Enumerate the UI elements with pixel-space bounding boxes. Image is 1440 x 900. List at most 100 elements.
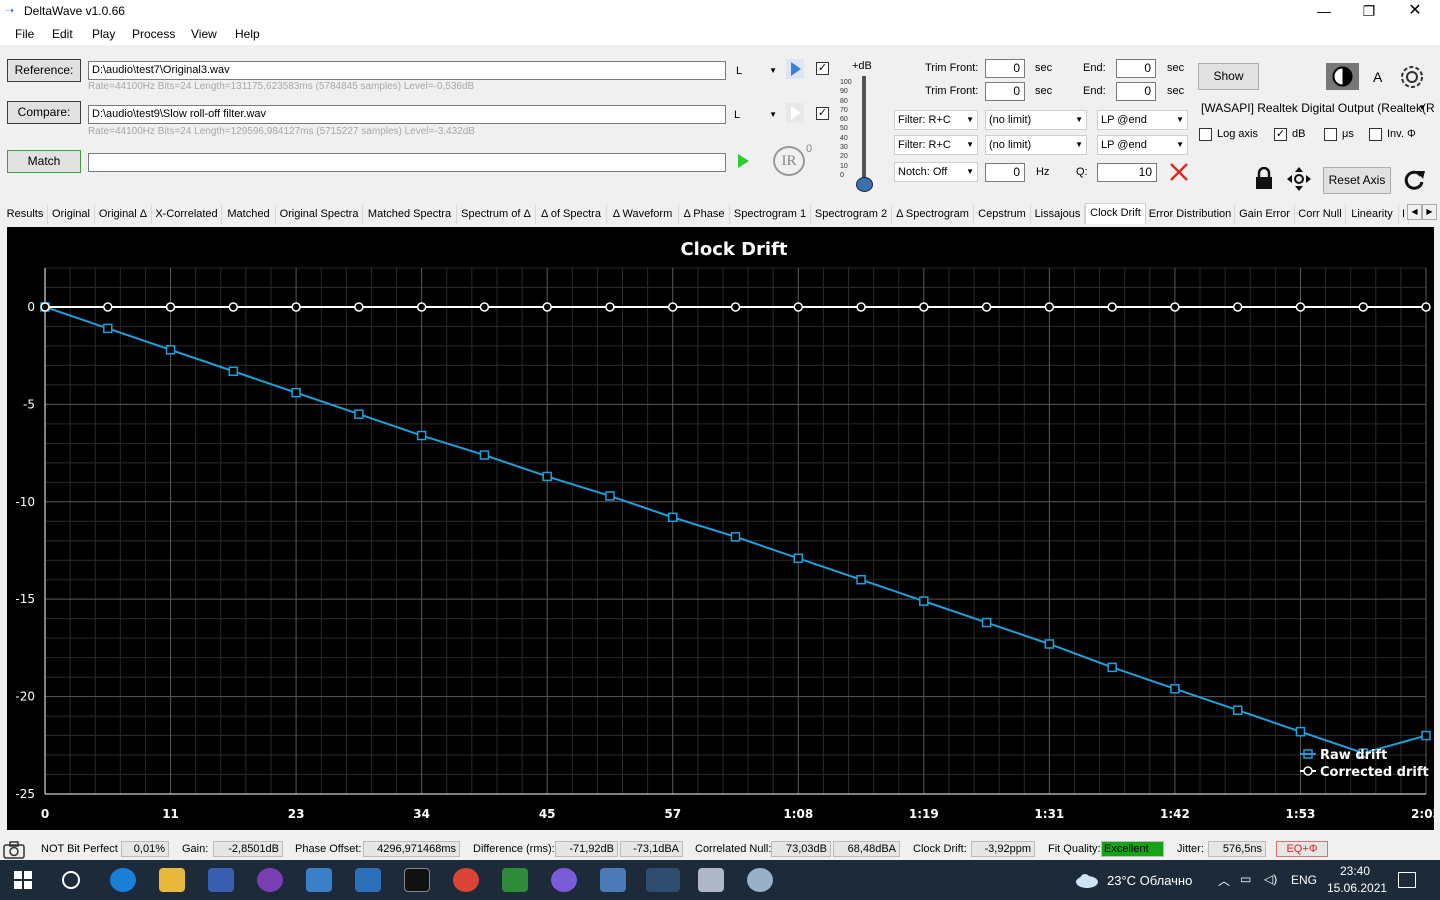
file-explorer-icon[interactable] xyxy=(159,868,185,892)
deltawave-taskbar-icon[interactable] xyxy=(646,868,680,892)
notch-q-input[interactable]: 10 xyxy=(1097,163,1157,182)
match-button[interactable]: Match xyxy=(7,150,81,173)
play-match-icon[interactable] xyxy=(733,151,753,171)
chrome-icon[interactable] xyxy=(453,868,479,892)
clear-filters-icon[interactable] xyxy=(1168,161,1190,183)
theme-toggle-icon[interactable] xyxy=(1326,63,1359,90)
tray-chevron-icon[interactable]: ︿ xyxy=(1218,872,1230,889)
clock-time[interactable]: 23:40 xyxy=(1340,864,1370,878)
level-slider-thumb[interactable] xyxy=(856,177,873,192)
save-app-icon[interactable] xyxy=(208,868,234,892)
minimize-button[interactable]: — xyxy=(1301,0,1347,23)
clock-date[interactable]: 15.06.2021 xyxy=(1327,881,1387,895)
db-checkbox[interactable]: ✓ xyxy=(1274,128,1287,141)
ir-button[interactable]: IR xyxy=(773,146,805,176)
us-checkbox[interactable] xyxy=(1324,128,1337,141)
filter-type-select-2[interactable]: Filter: R+C ▼ xyxy=(894,135,978,155)
network-app-icon[interactable] xyxy=(600,868,626,892)
compare-path-input[interactable]: D:\audio\test9\Slow roll-off filter.wav xyxy=(88,105,726,124)
tor-browser-icon[interactable] xyxy=(257,868,283,892)
tab-matched-spectra[interactable]: Matched Spectra xyxy=(363,205,457,224)
notch-select[interactable]: Notch: Off ▼ xyxy=(894,162,978,182)
compare-channel-select[interactable]: L ▼ xyxy=(730,105,781,124)
reference-channel-select[interactable]: L ▼ xyxy=(732,61,781,80)
filter-limit-select[interactable]: (no limit) ▼ xyxy=(985,110,1087,130)
tab-delta-of-spectra[interactable]: Δ of Spectra xyxy=(536,205,607,224)
edge-browser-icon[interactable] xyxy=(110,868,136,892)
settings-gear-icon[interactable] xyxy=(1398,63,1426,91)
close-button[interactable]: ✕ xyxy=(1392,0,1438,23)
photos-app-icon[interactable] xyxy=(698,868,724,892)
weather-cloud-icon[interactable] xyxy=(1075,872,1099,888)
trim-front-input[interactable]: 0 xyxy=(985,59,1025,78)
tab-results[interactable]: Results xyxy=(3,205,48,224)
reference-button[interactable]: Reference: xyxy=(7,59,81,82)
reset-axis-button[interactable]: Reset Axis xyxy=(1323,167,1391,194)
tab-gain-error[interactable]: Gain Error xyxy=(1235,205,1295,224)
mail-app-icon[interactable] xyxy=(306,868,332,892)
log-axis-checkbox[interactable] xyxy=(1199,128,1212,141)
search-icon[interactable] xyxy=(62,871,80,889)
pan-move-icon[interactable] xyxy=(1286,166,1312,192)
tab-original-spectra[interactable]: Original Spectra xyxy=(276,205,363,224)
filter-lp-select[interactable]: LP @end ▼ xyxy=(1097,110,1188,130)
volume-icon[interactable]: ◁) xyxy=(1264,872,1277,886)
tab-lissajous[interactable]: Lissajous xyxy=(1031,205,1085,224)
filter-limit-select-2[interactable]: (no limit) ▼ xyxy=(985,135,1087,155)
tab-delta-phase[interactable]: Δ Phase xyxy=(679,205,730,224)
trim-front-input-2[interactable]: 0 xyxy=(985,82,1025,101)
reference-path-input[interactable]: D:\audio\test7\Original3.wav xyxy=(88,61,726,80)
filter-type-select[interactable]: Filter: R+C ▼ xyxy=(894,110,978,130)
tab-delta-spectrogram[interactable]: Δ Spectrogram xyxy=(892,205,974,224)
menu-help[interactable]: Help xyxy=(235,27,260,41)
tab-spectrogram-1[interactable]: Spectrogram 1 xyxy=(730,205,811,224)
eq-phase-badge[interactable]: EQ+Φ xyxy=(1276,841,1328,857)
tab-x-correlated[interactable]: X-Correlated xyxy=(152,205,222,224)
windows-start-icon[interactable] xyxy=(14,871,32,889)
tab-matched[interactable]: Matched xyxy=(222,205,276,224)
ap2-app-icon[interactable] xyxy=(355,868,381,892)
tab-error-distribution[interactable]: Error Distribution xyxy=(1146,205,1235,224)
tab-clock-drift[interactable]: Clock Drift xyxy=(1085,203,1146,224)
trim-end-input[interactable]: 0 xyxy=(1116,59,1156,78)
tab-spectrum-of-delta[interactable]: Spectrum of Δ xyxy=(457,205,536,224)
compare-enable-checkbox[interactable]: ✓ xyxy=(816,107,829,120)
tab-scroll-right-icon[interactable]: ▶ xyxy=(1422,204,1437,220)
play-reference-icon[interactable] xyxy=(786,59,804,79)
reference-enable-checkbox[interactable]: ✓ xyxy=(816,62,829,75)
output-device-select[interactable]: [WASAPI] Realtek Digital Output (Realtek… xyxy=(1197,98,1435,118)
tab-original[interactable]: Original xyxy=(48,205,95,224)
show-button[interactable]: Show xyxy=(1198,63,1259,90)
tab-scroll-left-icon[interactable]: ◀ xyxy=(1407,204,1422,220)
clock-drift-chart[interactable]: Clock Drift 0 -5 -10 -15 -20 -25 0 11 23 34 45 57 1… xyxy=(7,227,1440,830)
tab-linearity[interactable]: Linearity xyxy=(1346,205,1399,224)
refresh-icon[interactable] xyxy=(1401,167,1427,193)
maximize-button[interactable]: ❐ xyxy=(1346,0,1392,23)
trim-end-input-2[interactable]: 0 xyxy=(1116,82,1156,101)
compare-button[interactable]: Compare: xyxy=(7,101,81,124)
lock-icon[interactable] xyxy=(1253,166,1275,191)
menu-file[interactable]: File xyxy=(15,27,34,41)
tools-app-icon[interactable] xyxy=(747,868,773,892)
play-compare-icon[interactable] xyxy=(786,103,804,123)
a-weighting-label[interactable]: A xyxy=(1373,69,1382,85)
notch-hz-input[interactable]: 0 xyxy=(985,163,1025,182)
tab-corr-null[interactable]: Corr Null xyxy=(1295,205,1346,224)
v-app-icon[interactable] xyxy=(502,868,528,892)
network-icon[interactable]: ▭ xyxy=(1240,872,1251,886)
inv-phase-checkbox[interactable] xyxy=(1369,128,1382,141)
tab-cepstrum[interactable]: Cepstrum xyxy=(974,205,1031,224)
menu-view[interactable]: View xyxy=(191,27,217,41)
menu-process[interactable]: Process xyxy=(132,27,175,41)
tab-delta-waveform[interactable]: Δ Waveform xyxy=(607,205,679,224)
filter-lp-select-2[interactable]: LP @end ▼ xyxy=(1097,135,1188,155)
tab-original-delta[interactable]: Original Δ xyxy=(95,205,152,224)
viber-icon[interactable] xyxy=(551,868,577,892)
notification-icon[interactable] xyxy=(1398,872,1416,888)
jetbrains-icon[interactable] xyxy=(404,868,430,892)
menu-edit[interactable]: Edit xyxy=(52,27,73,41)
camera-icon[interactable] xyxy=(3,841,25,859)
language-indicator[interactable]: ENG xyxy=(1291,873,1317,887)
tab-spectrogram-2[interactable]: Spectrogram 2 xyxy=(811,205,892,224)
weather-text[interactable]: 23°C Облачно xyxy=(1107,873,1192,888)
